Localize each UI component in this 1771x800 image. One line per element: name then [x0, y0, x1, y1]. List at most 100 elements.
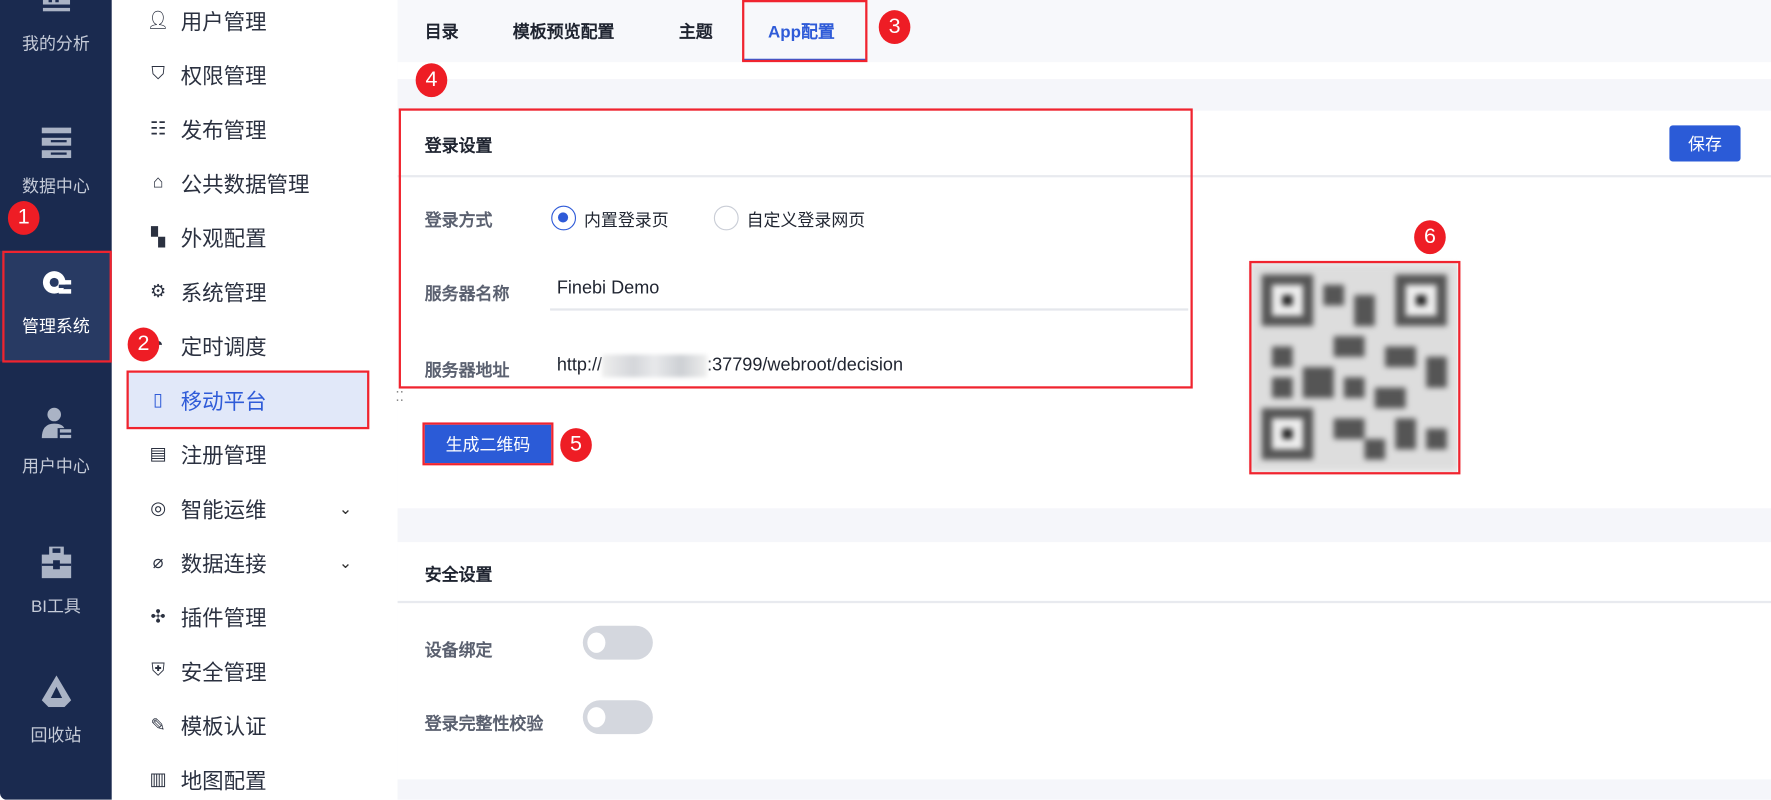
- menu-item[interactable]: ☷ 发布管理: [147, 112, 267, 146]
- menu-item[interactable]: ▚ 外观配置: [147, 220, 267, 254]
- menu-item-label: 系统管理: [180, 281, 267, 306]
- tab-catalog[interactable]: 目录: [425, 19, 459, 43]
- recycle-icon: [41, 675, 71, 708]
- toolbox-icon: [41, 546, 71, 579]
- chevron-down-icon[interactable]: ⌄: [339, 499, 352, 518]
- divider: [397, 175, 1771, 178]
- menu-item[interactable]: ⌂ 公共数据管理: [147, 166, 310, 200]
- nav-item-my-analysis[interactable]: 我的分析: [0, 0, 112, 75]
- menu-item-label: 插件管理: [180, 607, 267, 631]
- menu-item[interactable]: ⛉ 权限管理: [147, 58, 267, 92]
- menu-item-label: 移动平台: [180, 390, 267, 414]
- nav-item-data-center[interactable]: 数据中心: [0, 127, 112, 198]
- server-address-label: 服务器地址: [424, 361, 510, 381]
- nav-item-user-center[interactable]: 用户中心: [0, 407, 112, 478]
- radio-builtin-login[interactable]: [551, 205, 577, 231]
- menu-item[interactable]: 👤︎ 用户管理: [147, 3, 267, 37]
- generate-qr-button[interactable]: 生成二维码: [424, 424, 552, 464]
- active-tab-underline: [742, 58, 867, 61]
- drag-handle-icon[interactable]: ⁚⁚: [395, 390, 404, 404]
- nav-item-management-system[interactable]: 管理系统: [0, 250, 112, 362]
- radio-custom-login-label[interactable]: 自定义登录网页: [747, 208, 866, 232]
- nav-label: BI工具: [30, 597, 81, 617]
- menu-item-label: 安全管理: [180, 661, 267, 686]
- tab-app-config[interactable]: App配置: [768, 19, 835, 43]
- login-integrity-toggle[interactable]: [582, 700, 653, 735]
- nav-item-bi-tools[interactable]: BI工具: [0, 546, 112, 618]
- certificate-icon: ✎: [150, 716, 166, 736]
- tab-theme[interactable]: 主题: [679, 19, 713, 43]
- link-icon: ⌀: [152, 553, 164, 573]
- menu-item-label: 发布管理: [180, 119, 267, 143]
- map-icon: ▥: [149, 770, 167, 790]
- analysis-icon: [42, 0, 70, 12]
- menu-item-label: 智能运维: [180, 498, 267, 523]
- menu-item[interactable]: ▥ 地图配置: [147, 762, 267, 796]
- nav-label: 数据中心: [22, 177, 90, 197]
- menu-item[interactable]: ✎ 模板认证: [147, 708, 267, 742]
- schedule-clock-icon: ◔: [152, 335, 164, 355]
- nav-label: 我的分析: [22, 35, 90, 55]
- device-binding-label: 设备绑定: [424, 641, 493, 661]
- security-settings-title: 安全设置: [424, 565, 493, 586]
- radio-builtin-login-label[interactable]: 内置登录页: [584, 208, 669, 232]
- security-settings-card: 安全设置 设备绑定 登录完整性校验: [397, 542, 1771, 780]
- redacted-ip: [602, 354, 708, 378]
- tab-bar: 目录 模板预览配置 主题 App配置: [397, 0, 1771, 63]
- menu-item-label: 公共数据管理: [180, 173, 310, 198]
- save-button[interactable]: 保存: [1669, 125, 1741, 162]
- server-name-label: 服务器名称: [424, 284, 510, 304]
- permission-shield-icon: ⛉: [151, 64, 165, 84]
- menu-item-label: 地图配置: [180, 769, 267, 794]
- menu-item-label: 定时调度: [180, 336, 267, 360]
- server-address-suffix: :37799/webroot/decision: [707, 356, 904, 376]
- menu-item[interactable]: ◔ 定时调度: [147, 329, 267, 363]
- menu-item[interactable]: ◎ 智能运维 ⌄: [147, 491, 352, 525]
- ops-icon: ◎: [150, 499, 167, 519]
- menu-item[interactable]: ✣ 插件管理: [147, 600, 267, 634]
- settings-gear-icon: [42, 271, 71, 294]
- menu-item-label: 注册管理: [180, 444, 267, 469]
- login-integrity-label: 登录完整性校验: [424, 714, 544, 735]
- qr-code-icon: [1251, 264, 1458, 470]
- register-icon: ▤: [149, 445, 167, 465]
- mobile-icon: ▯: [153, 390, 164, 411]
- nav-label: 管理系统: [22, 317, 90, 337]
- menu-item-label: 权限管理: [180, 64, 267, 89]
- menu-item-label: 模板认证: [180, 715, 267, 740]
- menu-item-label: 数据连接: [180, 552, 267, 577]
- nav-item-recycle-bin[interactable]: 回收站: [0, 675, 112, 746]
- login-settings-card: 登录设置 保存 登录方式 内置登录页 自定义登录网页 服务器名称 Finebi …: [395, 110, 1771, 509]
- menu-item[interactable]: ⚙︎ 系统管理: [147, 274, 267, 308]
- appearance-icon: ▚: [151, 228, 166, 248]
- nav-label: 回收站: [30, 726, 82, 746]
- menu-item-label: 用户管理: [180, 10, 267, 35]
- radio-custom-login[interactable]: [713, 205, 739, 231]
- publish-icon: ☷: [150, 119, 167, 139]
- menu-item[interactable]: ⛨ 安全管理: [147, 654, 267, 688]
- security-shield-icon: ⛨: [151, 660, 165, 680]
- server-address-prefix: http://: [556, 356, 603, 376]
- menu-item[interactable]: ▤ 注册管理: [147, 437, 267, 471]
- login-settings-title: 登录设置: [424, 136, 493, 156]
- primary-nav: 我的分析 数据中心 管理系统 用户中心 BI工具 回收站: [0, 0, 112, 800]
- chevron-down-icon[interactable]: ⌄: [339, 553, 352, 572]
- plugin-icon: ✣: [150, 607, 166, 627]
- user-center-icon: [41, 407, 71, 439]
- qr-code-image: [1251, 262, 1458, 473]
- server-name-input[interactable]: Finebi Demo: [550, 279, 1189, 311]
- spacer: [397, 62, 1771, 80]
- menu-item-label: 外观配置: [180, 227, 267, 252]
- nav-label: 用户中心: [22, 457, 90, 477]
- system-gear-icon: ⚙︎: [150, 282, 167, 302]
- public-data-icon: ⌂: [152, 172, 164, 193]
- database-icon: [41, 127, 71, 159]
- user-icon: 👤︎: [146, 11, 170, 31]
- device-binding-toggle[interactable]: [582, 625, 653, 660]
- login-method-label: 登录方式: [424, 211, 493, 231]
- menu-item[interactable]: ▯ 移动平台: [147, 383, 267, 417]
- divider: [397, 600, 1771, 604]
- tab-template-preview-config[interactable]: 模板预览配置: [513, 19, 615, 43]
- server-address-input[interactable]: http:// :37799/webroot/decision: [550, 354, 1188, 387]
- menu-item[interactable]: ⌀ 数据连接 ⌄: [147, 546, 352, 580]
